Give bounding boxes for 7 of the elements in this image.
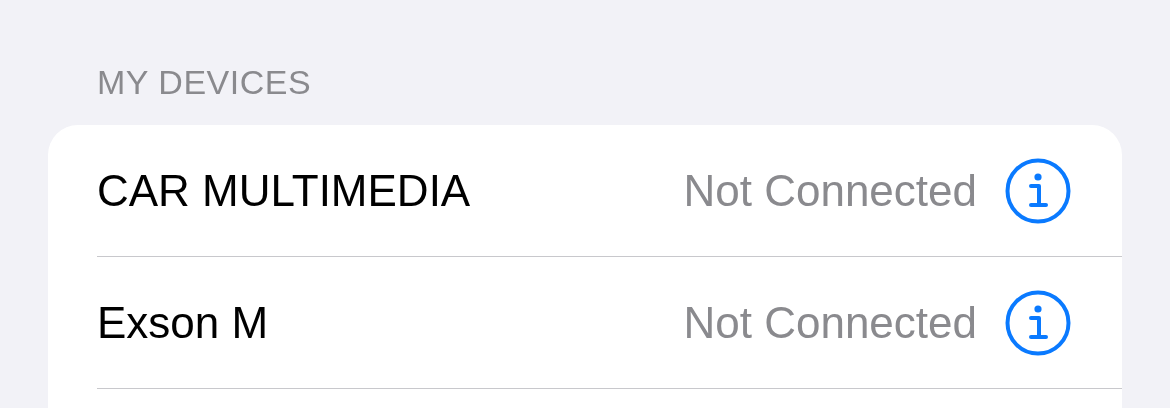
device-name[interactable]: Exson M [97,297,684,348]
info-icon[interactable] [1005,289,1071,356]
device-name[interactable]: CAR MULTIMEDIA [97,165,684,216]
connection-status: Not Connected [683,165,977,216]
info-icon[interactable] [1005,157,1071,224]
connection-status: Not Connected [683,297,977,348]
section-header: MY DEVICES [96,62,313,102]
